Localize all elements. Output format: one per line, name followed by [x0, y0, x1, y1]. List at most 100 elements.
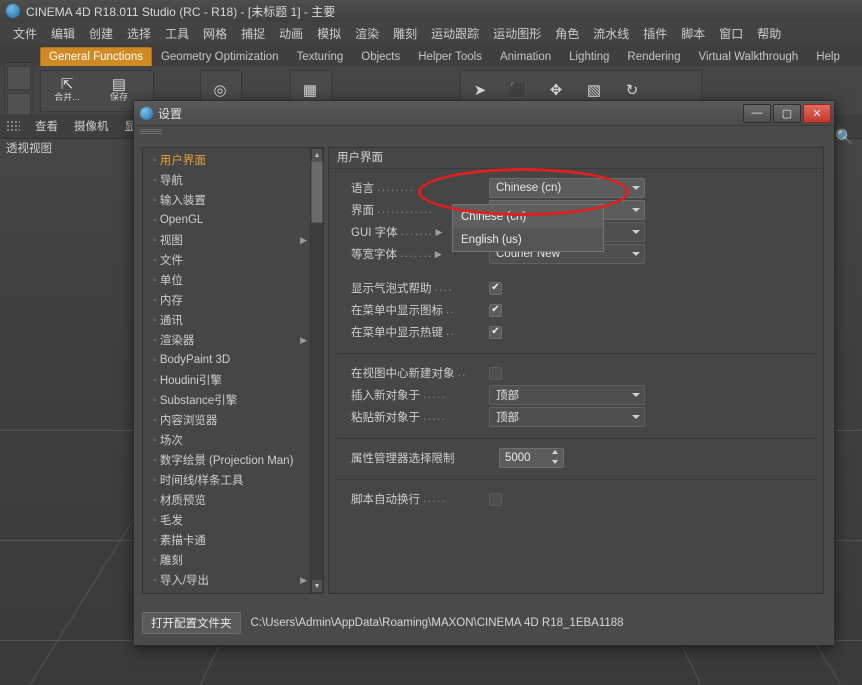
new-object-center-checkbox[interactable]: ✔ — [489, 366, 502, 380]
tree-item-sketch-toon[interactable]: - 素描卡通 — [143, 530, 311, 550]
menu-item-character[interactable]: 角色 — [548, 23, 586, 44]
tree-item-houdini-engine[interactable]: - Houdini引擎 — [143, 370, 311, 390]
tree-item-view[interactable]: - 视图 ▶ — [143, 230, 311, 250]
tab-help[interactable]: Help — [807, 47, 849, 66]
show-tooltips-checkbox[interactable]: ✔ — [489, 281, 502, 295]
tree-item-renderer[interactable]: - 渲染器 ▶ — [143, 330, 311, 350]
tree-item-content-browser[interactable]: - 内容浏览器 — [143, 410, 311, 430]
tree-item-hair[interactable]: - 毛发 — [143, 510, 311, 530]
scroll-up-icon[interactable]: ▲ — [311, 148, 323, 162]
tab-rendering[interactable]: Rendering — [618, 47, 689, 66]
tab-lighting[interactable]: Lighting — [560, 47, 618, 66]
menu-item-help[interactable]: 帮助 — [750, 23, 788, 44]
menu-item-mesh[interactable]: 网格 — [196, 23, 234, 44]
tab-general-functions[interactable]: General Functions — [40, 47, 152, 66]
menu-item-tools[interactable]: 工具 — [158, 23, 196, 44]
menu-item-simulate[interactable]: 模拟 — [310, 23, 348, 44]
row-menu-hotkeys: 在菜单中显示热键 .. ✔ — [329, 321, 823, 343]
tab-animation[interactable]: Animation — [491, 47, 560, 66]
tab-geometry-optimization[interactable]: Geometry Optimization — [152, 47, 288, 66]
row-menu-icons: 在菜单中显示图标 .. ✔ — [329, 299, 823, 321]
menu-item-window[interactable]: 窗口 — [712, 23, 750, 44]
viewport-menu-view[interactable]: 查看 — [27, 118, 66, 134]
tree-item-label: Substance引擎 — [159, 395, 238, 407]
language-option-english[interactable]: English (us) — [453, 228, 603, 251]
menu-item-render[interactable]: 渲染 — [348, 23, 386, 44]
row-menu-icons-label: 在菜单中显示图标 .. — [351, 302, 489, 318]
tree-scrollbar[interactable]: ▲ ▼ — [310, 148, 323, 593]
tree-item-material-preview[interactable]: - 材质预览 — [143, 490, 311, 510]
label-text: 插入新对象于 — [351, 390, 420, 402]
viewport-menu-camera[interactable]: 摄像机 — [66, 118, 117, 134]
settings-tree[interactable]: - 用户界面 - 导航 - 输入装置 - OpenGL - 视图 ▶ - 文件 - 单位 - 内存… — [142, 147, 324, 594]
grip-dots-icon — [140, 128, 162, 134]
menu-hotkeys-checkbox[interactable]: ✔ — [489, 325, 502, 339]
tab-virtual-walkthrough[interactable]: Virtual Walkthrough — [689, 47, 807, 66]
tree-item-input-devices[interactable]: - 输入装置 — [143, 190, 311, 210]
tree-item-substance-engine[interactable]: - Substance引擎 — [143, 390, 311, 410]
tree-item-timeline-spline-tools[interactable]: - 时间线/样条工具 — [143, 470, 311, 490]
menu-item-script[interactable]: 脚本 — [674, 23, 712, 44]
dialog-footer: 打开配置文件夹 C:\Users\Admin\AppData\Roaming\M… — [142, 612, 824, 634]
tree-dash: - — [153, 374, 157, 386]
tree-item-label: 用户界面 — [159, 155, 206, 167]
tree-item-label: 通讯 — [159, 315, 183, 327]
tab-objects[interactable]: Objects — [352, 47, 409, 66]
tree-item-import-export[interactable]: - 导入/导出 ▶ — [143, 570, 311, 590]
insert-new-object-combo[interactable]: 顶部 — [489, 385, 645, 405]
close-button[interactable]: ✕ — [803, 103, 831, 123]
merge-button[interactable]: ⇱ 合并... — [41, 71, 93, 109]
tree-dash: - — [153, 514, 157, 526]
tab-helper-tools[interactable]: Helper Tools — [409, 47, 491, 66]
label-text: 属性管理器选择限制 — [351, 453, 455, 465]
menu-item-animation[interactable]: 动画 — [272, 23, 310, 44]
tab-texturing[interactable]: Texturing — [288, 47, 353, 66]
menu-item-edit[interactable]: 编辑 — [44, 23, 82, 44]
language-option-chinese[interactable]: Chinese (cn) — [453, 205, 603, 228]
menu-item-file[interactable]: 文件 — [6, 23, 44, 44]
menu-item-select[interactable]: 选择 — [120, 23, 158, 44]
script-wordwrap-checkbox[interactable]: ✔ — [489, 492, 502, 506]
menu-item-snap[interactable]: 捕捉 — [234, 23, 272, 44]
row-language-label: 语言 ........ — [351, 180, 489, 196]
tree-item-files[interactable]: - 文件 — [143, 250, 311, 270]
menu-item-plugins[interactable]: 插件 — [636, 23, 674, 44]
app-root: CINEMA 4D R18.011 Studio (RC - R18) - [未… — [0, 0, 862, 685]
menu-icons-checkbox[interactable]: ✔ — [489, 303, 502, 317]
row-new-object-center-label: 在视图中心新建对象 .. — [351, 365, 489, 381]
scroll-down-icon[interactable]: ▼ — [311, 579, 323, 593]
menu-item-create[interactable]: 创建 — [82, 23, 120, 44]
language-dropdown-list[interactable]: Chinese (cn) English (us) — [452, 204, 604, 252]
magnifier-icon[interactable]: 🔍 — [835, 128, 854, 146]
menu-item-sculpt[interactable]: 雕刻 — [386, 23, 424, 44]
language-combo[interactable]: Chinese (cn) — [489, 178, 645, 198]
tree-item-sculpting[interactable]: - 雕刻 — [143, 550, 311, 570]
open-config-folder-button[interactable]: 打开配置文件夹 — [142, 612, 241, 634]
paste-new-object-combo[interactable]: 顶部 — [489, 407, 645, 427]
minimize-button[interactable]: — — [743, 103, 771, 123]
menu-item-pipeline[interactable]: 流水线 — [586, 23, 636, 44]
chevron-down-icon — [632, 208, 640, 212]
stepper-icon[interactable] — [550, 450, 562, 464]
menu-item-motion-tracker[interactable]: 运动跟踪 — [424, 23, 486, 44]
tree-item-units[interactable]: - 单位 — [143, 270, 311, 290]
tree-item-label: 导入/导出 — [159, 575, 210, 587]
tree-item-bodypaint3d[interactable]: - BodyPaint 3D — [143, 350, 311, 370]
render-region-icon: ▦ — [302, 81, 318, 99]
tree-item-projection-man[interactable]: - 数字绘景 (Projection Man) — [143, 450, 311, 470]
tree-item-memory[interactable]: - 内存 — [143, 290, 311, 310]
menu-item-mograph[interactable]: 运动图形 — [486, 23, 548, 44]
tree-item-user-interface[interactable]: - 用户界面 — [143, 150, 311, 170]
settings-dialog-titlebar[interactable]: 设置 — ▢ ✕ — [134, 101, 834, 126]
panel-section-objects: 在视图中心新建对象 .. ✔ 插入新对象于 ..... 顶部 — [329, 360, 823, 432]
chevron-right-icon: ▶ — [300, 234, 307, 245]
tree-item-takes[interactable]: - 场次 — [143, 430, 311, 450]
rail-button-1[interactable] — [7, 66, 31, 90]
attribute-manager-limit-input[interactable]: 5000 — [499, 448, 564, 468]
scrollbar-thumb[interactable] — [311, 161, 323, 223]
tree-item-navigation[interactable]: - 导航 — [143, 170, 311, 190]
row-insert-new-object-label: 插入新对象于 ..... — [351, 387, 489, 403]
tree-item-opengl[interactable]: - OpenGL — [143, 210, 311, 230]
tree-item-communication[interactable]: - 通讯 — [143, 310, 311, 330]
maximize-button[interactable]: ▢ — [773, 103, 801, 123]
